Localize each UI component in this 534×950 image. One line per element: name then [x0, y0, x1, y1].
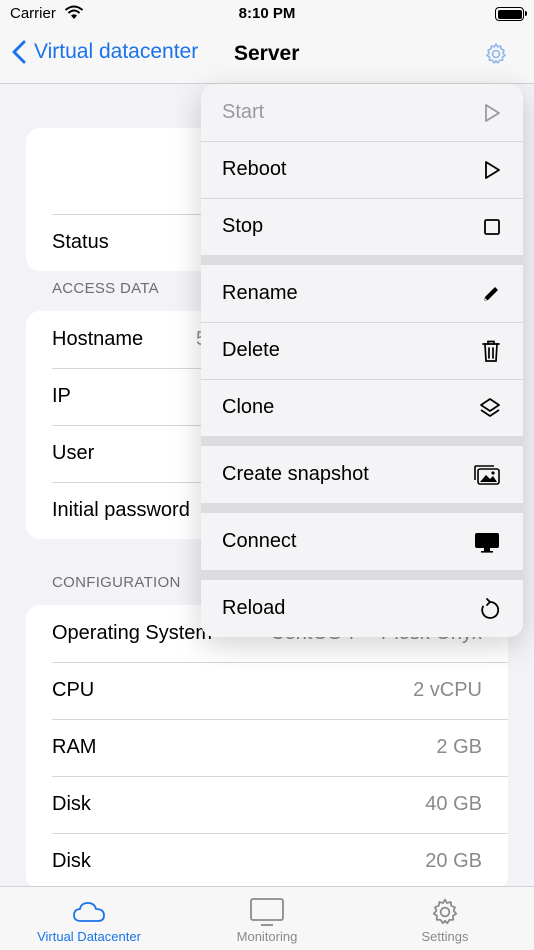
photo-icon	[473, 464, 501, 486]
cloud-icon	[0, 895, 178, 929]
row-label: Initial password	[52, 499, 190, 521]
desktop-icon	[473, 531, 501, 553]
menu-item-label: Create snapshot	[222, 463, 369, 485]
row-value: 40 GB	[425, 793, 482, 815]
monitor-icon	[178, 895, 356, 929]
row-label: Disk	[52, 850, 91, 872]
layers-icon	[479, 397, 501, 419]
row-label: CPU	[52, 679, 95, 701]
section-header-access: ACCESS DATA	[52, 280, 159, 297]
tab-label: Settings	[421, 929, 469, 944]
row-value: 2 GB	[436, 736, 482, 758]
row-label: Operating System	[52, 622, 213, 644]
tab-monitoring[interactable]: Monitoring	[178, 895, 356, 944]
menu-separator	[201, 255, 523, 265]
back-label: Virtual datacenter	[34, 40, 199, 63]
tab-bar: Virtual Datacenter Monitoring Settings	[0, 886, 534, 950]
chevron-left-icon	[12, 40, 26, 64]
tab-virtual-datacenter[interactable]: Virtual Datacenter	[0, 895, 178, 944]
row-label: Disk	[52, 793, 91, 815]
row-label: IP	[52, 385, 71, 407]
config-row-disk: Disk 40 GB	[26, 776, 508, 833]
menu-item-label: Start	[222, 101, 265, 123]
menu-item-label: Delete	[222, 339, 280, 361]
status-label: Status	[52, 231, 109, 253]
menu-item-label: Connect	[222, 530, 297, 552]
battery-icon	[495, 7, 527, 21]
navigation-bar: Virtual datacenter Server	[0, 30, 534, 84]
config-row-cpu: CPU 2 vCPU	[26, 662, 508, 719]
config-row-ram: RAM 2 GB	[26, 719, 508, 776]
tab-settings[interactable]: Settings	[356, 895, 534, 944]
menu-item-label: Clone	[222, 396, 275, 418]
row-value: 2 vCPU	[413, 679, 482, 701]
menu-item-delete[interactable]: Delete	[201, 322, 523, 379]
menu-item-label: Reboot	[222, 158, 287, 180]
menu-item-start: Start	[201, 84, 523, 141]
back-button[interactable]: Virtual datacenter	[12, 40, 198, 64]
menu-item-label: Stop	[222, 215, 264, 237]
status-bar: Carrier 8:10 PM	[0, 0, 534, 30]
menu-item-stop[interactable]: Stop	[201, 198, 523, 255]
row-value: 20 GB	[425, 850, 482, 872]
trash-icon	[481, 339, 501, 363]
configuration-card: Operating System CentOS 7 + Plesk Onyx C…	[26, 605, 508, 886]
reload-icon	[479, 597, 501, 621]
menu-item-reload[interactable]: Reload	[201, 580, 523, 637]
server-actions-menu: Start Reboot Stop Rename Delete Clone Cr…	[201, 84, 523, 637]
menu-item-rename[interactable]: Rename	[201, 265, 523, 322]
clock: 8:10 PM	[238, 5, 296, 22]
menu-item-reboot[interactable]: Reboot	[201, 141, 523, 198]
menu-item-label: Reload	[222, 597, 286, 619]
tab-label: Virtual Datacenter	[37, 929, 141, 944]
row-label: Hostname	[52, 328, 144, 350]
row-label: RAM	[52, 736, 97, 758]
menu-item-label: Rename	[222, 282, 298, 304]
menu-separator	[201, 436, 523, 446]
config-row-disk: Disk 20 GB	[26, 833, 508, 886]
menu-separator	[201, 503, 523, 513]
play-icon	[483, 103, 501, 123]
play-icon	[483, 160, 501, 180]
section-header-configuration: CONFIGURATION	[52, 574, 181, 591]
page-title: Server	[234, 42, 300, 65]
row-label: User	[52, 442, 95, 464]
tab-label: Monitoring	[236, 929, 298, 944]
menu-item-connect[interactable]: Connect	[201, 513, 523, 570]
stop-square-icon	[483, 218, 501, 236]
menu-item-clone[interactable]: Clone	[201, 379, 523, 436]
gear-icon[interactable]	[484, 42, 508, 71]
gear-icon	[356, 895, 534, 929]
menu-item-create-snapshot[interactable]: Create snapshot	[201, 446, 523, 503]
menu-separator	[201, 570, 523, 580]
pencil-icon	[481, 284, 501, 304]
